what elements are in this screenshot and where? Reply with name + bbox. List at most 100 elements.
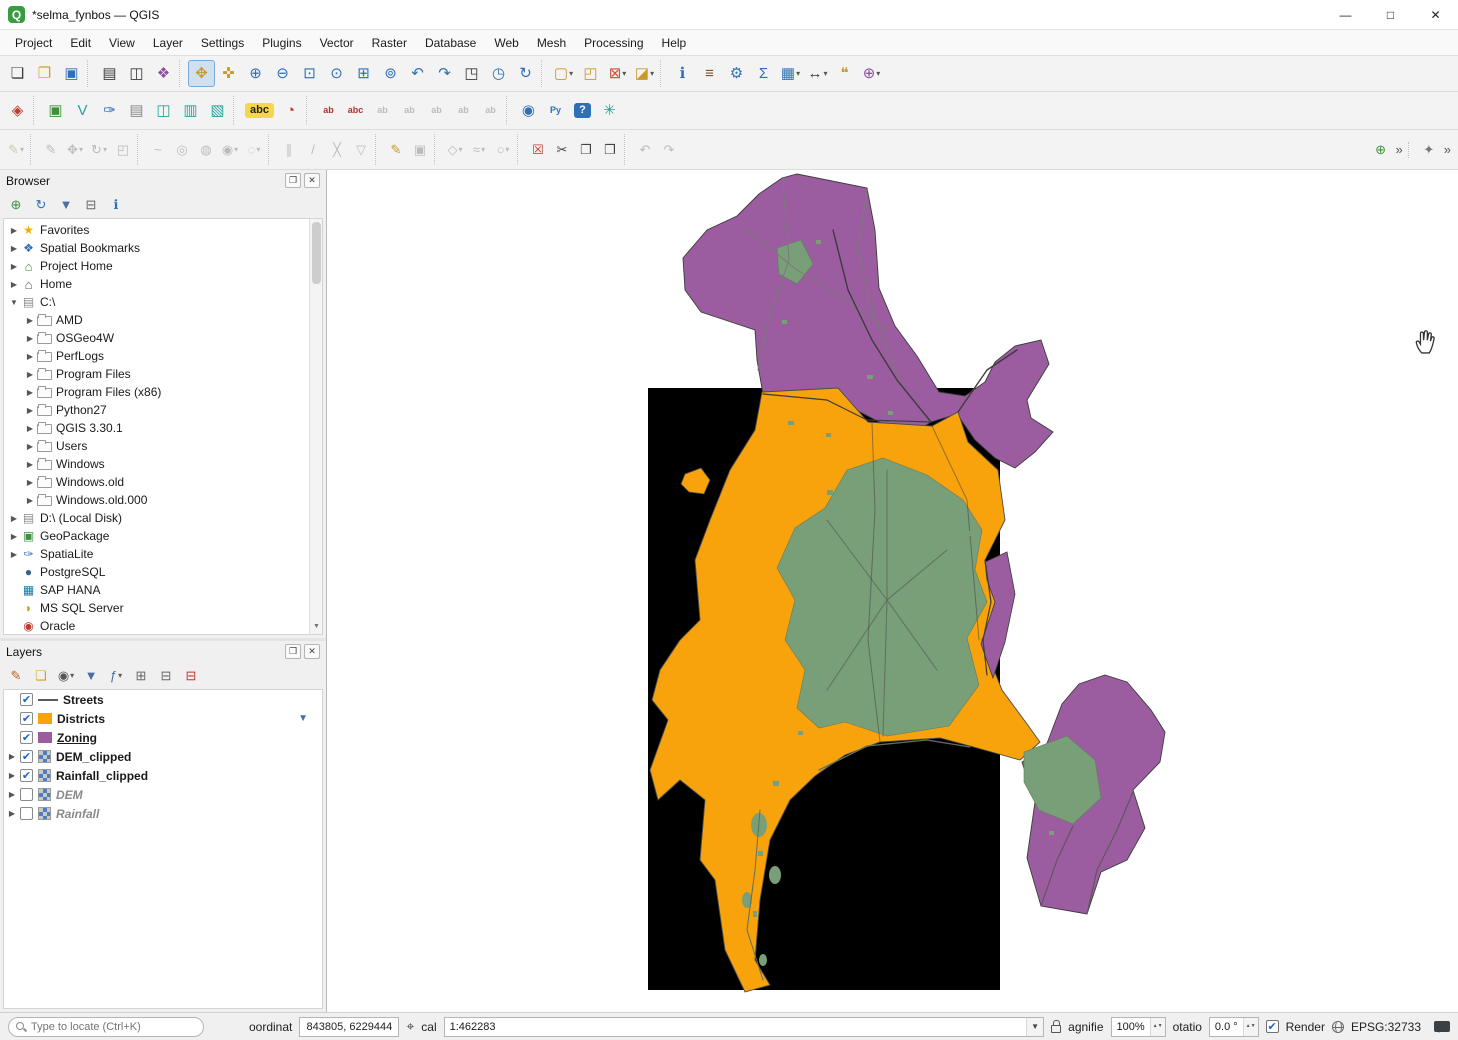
menu-raster[interactable]: Raster (363, 30, 416, 55)
new-mesh-layer-button[interactable]: ◫ (150, 97, 177, 124)
expander-icon[interactable]: ▶ (24, 406, 36, 415)
menu-web[interactable]: Web (485, 30, 527, 55)
browser-item-amd[interactable]: ▶AMD (4, 311, 322, 329)
expander-icon[interactable]: ▼ (8, 298, 20, 307)
copy-features-button[interactable]: ❐ (574, 138, 598, 162)
chevron-down-icon[interactable]: ▾ (481, 145, 485, 154)
toggle-editing-button[interactable]: ✎ (384, 138, 408, 162)
chevron-down-icon[interactable]: ▾ (650, 69, 654, 78)
expander-icon[interactable]: ▶ (24, 424, 36, 433)
coordinate-extent-toggle-icon[interactable]: ⌖ (406, 1018, 414, 1035)
browser-item-c[interactable]: ▼C:\ (4, 293, 322, 311)
browser-scrollbar[interactable]: ▼ (309, 219, 322, 634)
expander-icon[interactable]: ▶ (8, 280, 20, 289)
new-spatialite-layer-button[interactable]: ✑ (96, 97, 123, 124)
expander-icon[interactable]: ▶ (8, 514, 20, 523)
browser-item-spatial-bookmarks[interactable]: ▶Spatial Bookmarks (4, 239, 322, 257)
chevron-down-icon[interactable]: ▾ (70, 671, 74, 680)
expand-all-button[interactable]: ⊞ (129, 664, 153, 687)
new-geopackage-layer-button[interactable]: ▣ (42, 97, 69, 124)
expander-icon[interactable]: ▶ (24, 316, 36, 325)
scale-combobox[interactable]: 1:462283 ▼ (444, 1017, 1045, 1037)
chevron-down-icon[interactable]: ▾ (458, 145, 462, 154)
expander-icon[interactable]: ▶ (8, 532, 20, 541)
chevron-down-icon[interactable]: ▾ (103, 145, 107, 154)
refresh-browser-button[interactable]: ↻ (29, 193, 53, 216)
browser-float-button[interactable]: ❐ (285, 173, 301, 188)
open-attribute-table-button[interactable]: ▦▾ (777, 60, 804, 87)
change-label-button[interactable]: abc (342, 97, 369, 124)
new-temporary-scratch-layer-button[interactable]: ▤ (123, 97, 150, 124)
layer-row-rainfall[interactable]: ▶Rainfall (4, 804, 322, 823)
select-by-location-button[interactable]: ◪▾ (631, 60, 658, 87)
chevron-down-icon[interactable]: ▾ (823, 69, 827, 78)
new-3d-map-view-button[interactable]: ◳ (458, 60, 485, 87)
expander-icon[interactable]: ▶ (24, 460, 36, 469)
menu-help[interactable]: Help (653, 30, 696, 55)
layer-diagrams-button[interactable]: ◔ (277, 97, 304, 124)
identify-features-button[interactable]: ℹ (669, 60, 696, 87)
select-features-button[interactable]: ▢▾ (550, 60, 577, 87)
zoom-native-button[interactable]: ⊚ (377, 60, 404, 87)
browser-item-spatialite[interactable]: ▶SpatiaLite (4, 545, 322, 563)
metasearch-button[interactable]: ◉ (515, 97, 542, 124)
menu-settings[interactable]: Settings (192, 30, 253, 55)
expander-icon[interactable]: ▶ (8, 262, 20, 271)
menu-processing[interactable]: Processing (575, 30, 652, 55)
layer-row-rainfall_clipped[interactable]: ▶✔Rainfall_clipped (4, 766, 322, 785)
pan-map-button[interactable]: ✥ (188, 60, 215, 87)
spinner-arrows-icon[interactable]: ▲▼ (1150, 1018, 1165, 1036)
browser-item-ms-sql-server[interactable]: MS SQL Server (4, 599, 322, 617)
deselect-features-button[interactable]: ⊠▾ (604, 60, 631, 87)
layer-visibility-checkbox[interactable]: ✔ (20, 731, 33, 744)
locator-search-button[interactable]: ⊕▾ (858, 60, 885, 87)
filter-legend-button[interactable]: ▼ (79, 664, 103, 687)
browser-item-geopackage[interactable]: ▶GeoPackage (4, 527, 322, 545)
expander-icon[interactable]: ▶ (24, 334, 36, 343)
delete-selected-button[interactable]: ☒ (526, 138, 550, 162)
expander-icon[interactable]: ▶ (8, 550, 20, 559)
layer-row-zoning[interactable]: ✔Zoning (4, 728, 322, 747)
zoom-to-selection-button[interactable]: ⊙ (323, 60, 350, 87)
browser-item-python27[interactable]: ▶Python27 (4, 401, 322, 419)
paste-features-button[interactable]: ❒ (598, 138, 622, 162)
remove-layer-button[interactable]: ⊟ (179, 664, 203, 687)
collapse-all-button[interactable]: ⊟ (154, 664, 178, 687)
browser-item-windows[interactable]: ▶Windows (4, 455, 322, 473)
layer-row-streets[interactable]: ✔Streets (4, 690, 322, 709)
zoom-to-layer-button[interactable]: ⊞ (350, 60, 377, 87)
zoom-full-button[interactable]: ⊡ (296, 60, 323, 87)
spinner-arrows-icon[interactable]: ▲▼ (1243, 1018, 1258, 1036)
browser-item-program-files-x86[interactable]: ▶Program Files (x86) (4, 383, 322, 401)
expander-icon[interactable]: ▶ (6, 790, 18, 799)
statistical-summary-button[interactable]: Σ (750, 60, 777, 87)
help-contents-button[interactable]: ? (569, 97, 596, 124)
layer-visibility-checkbox[interactable]: ✔ (20, 769, 33, 782)
chevron-down-icon[interactable]: ▾ (256, 145, 260, 154)
chevron-down-icon[interactable]: ▾ (79, 145, 83, 154)
expander-icon[interactable]: ▶ (24, 442, 36, 451)
render-checkbox[interactable]: ✔ (1266, 1020, 1279, 1033)
browser-item-windows-old-000[interactable]: ▶Windows.old.000 (4, 491, 322, 509)
menu-layer[interactable]: Layer (144, 30, 192, 55)
crs-status[interactable]: EPSG:32733 (1351, 1020, 1421, 1034)
expander-icon[interactable]: ▶ (24, 478, 36, 487)
select-by-value-button[interactable]: ◰ (577, 60, 604, 87)
layer-row-dem[interactable]: ▶DEM (4, 785, 322, 804)
browser-item-project-home[interactable]: ▶Project Home (4, 257, 322, 275)
map-tips-button[interactable]: ❝ (831, 60, 858, 87)
style-manager-button[interactable]: ❖ (150, 60, 177, 87)
layer-row-districts[interactable]: ✔Districts▼ (4, 709, 322, 728)
open-data-source-manager-button[interactable]: ◈ (4, 97, 31, 124)
python-console-button[interactable]: Py (542, 97, 569, 124)
zoom-last-button[interactable]: ↶ (404, 60, 431, 87)
map-canvas[interactable] (327, 170, 1458, 1012)
add-selected-layers-button[interactable]: ⊕ (4, 193, 28, 216)
open-layer-styling-panel-button[interactable]: ✎ (4, 664, 28, 687)
expander-icon[interactable]: ▶ (6, 771, 18, 780)
toolbar-overflow-chevron[interactable]: » (1393, 142, 1406, 157)
layer-row-dem_clipped[interactable]: ▶✔DEM_clipped (4, 747, 322, 766)
layer-visibility-checkbox[interactable] (20, 788, 33, 801)
show-pinned-labels-button[interactable]: ab (315, 97, 342, 124)
expander-icon[interactable]: ▶ (24, 352, 36, 361)
